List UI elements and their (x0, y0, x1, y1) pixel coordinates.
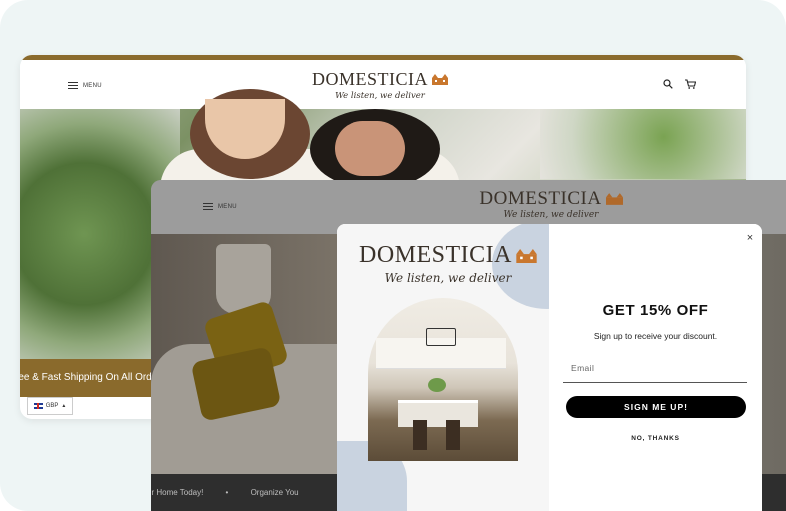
house-logo-icon (432, 74, 448, 85)
brand-tagline: We listen, we deliver (335, 91, 425, 101)
menu-label: MENU (83, 82, 102, 89)
no-thanks-link[interactable]: NO, THANKS (549, 435, 762, 442)
menu-label: MENU (218, 203, 237, 210)
discount-popup: DOMESTICIA We listen, we deliver × GET 1… (337, 224, 762, 511)
house-logo-icon (605, 193, 623, 205)
offer-subline: Sign up to receive your discount. (593, 331, 718, 341)
close-icon[interactable]: × (744, 232, 756, 244)
brand-tagline: We listen, we deliver (503, 210, 599, 220)
house-logo-icon (516, 248, 537, 263)
store-header: MENU DOMESTICIA We listen, we deliver (20, 60, 746, 110)
brand-tagline: We listen, we deliver (384, 271, 512, 285)
caret-up-icon: ▲ (61, 403, 67, 409)
brand-name: DOMESTICIA (312, 69, 428, 89)
currency-selector[interactable]: GBP ▲ (27, 397, 73, 415)
currency-label: GBP (45, 403, 59, 409)
cart-icon[interactable] (685, 79, 696, 89)
brand-logo-dimmed[interactable]: DOMESTICIA We listen, we deliver (476, 188, 626, 220)
sign-up-button[interactable]: SIGN ME UP! (566, 396, 746, 418)
popup-image-panel: DOMESTICIA We listen, we deliver (337, 224, 602, 511)
offer-headline: GET 15% OFF (602, 302, 709, 319)
announcement-text: ur Home Today! • Organize You (151, 488, 299, 497)
brand-name: DOMESTICIA (359, 242, 512, 268)
search-icon[interactable] (663, 79, 673, 89)
hamburger-icon (203, 203, 213, 210)
menu-button[interactable]: MENU (68, 82, 102, 89)
menu-button-dimmed[interactable]: MENU (203, 203, 237, 210)
brand-logo[interactable]: DOMESTICIA We listen, we deliver (310, 69, 450, 101)
hamburger-icon (68, 82, 78, 89)
brand-name: DOMESTICIA (479, 188, 602, 209)
popup-form-panel: × GET 15% OFF Sign up to receive your di… (549, 224, 762, 511)
email-field[interactable] (563, 353, 747, 383)
popup-logo: DOMESTICIA We listen, we deliver (357, 242, 539, 285)
flag-uk-icon (33, 403, 43, 409)
kitchen-photo (368, 298, 518, 461)
